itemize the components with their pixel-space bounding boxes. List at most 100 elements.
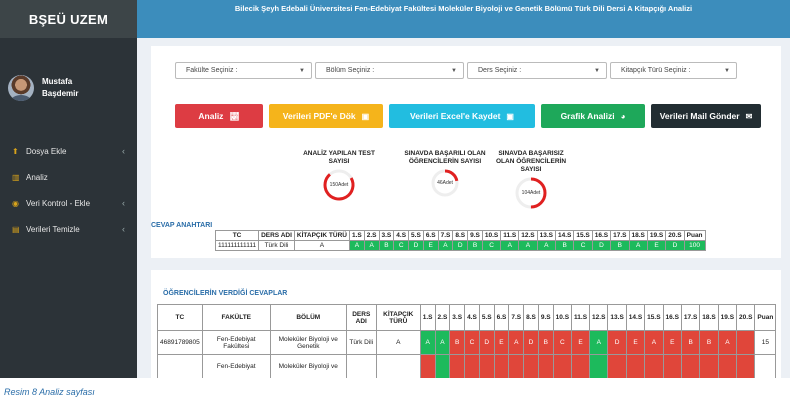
department-select[interactable]: Bölüm Seçiniz : ▼ <box>315 62 464 79</box>
user-profile: Mustafa Başdemir <box>0 38 137 118</box>
table-row: Fen-Edebiyat Moleküler Biyoloji ve <box>157 354 777 378</box>
answer-cell: B <box>537 330 554 355</box>
column-header: 3.S <box>378 230 395 241</box>
table-row: 111111111111 Türk Dili A A A B C D E A D B C A A A B C D B A… <box>214 240 706 251</box>
answer-cell <box>449 354 466 378</box>
brand-logo[interactable]: BŞEÜ UZEM <box>0 0 137 38</box>
chart-analysis-button[interactable]: Grafik Analizi ◕ <box>541 104 645 128</box>
figure-caption: Resim 8 Analiz sayfası <box>4 387 95 397</box>
student-answers-title: ÖĞRENCİLERİN VERDİĞİ CEVAPLAR <box>163 290 288 297</box>
answer-cell: C <box>552 330 573 355</box>
answer-key-table: TC DERS ADI KİTAPÇIK TÜRÜ 1.S 2.S 3.S 4.S 5.S 6.… <box>214 230 706 251</box>
course-select[interactable]: Ders Seçiniz : ▼ <box>467 62 607 79</box>
faculty-select[interactable]: Fakülte Seçiniz : ▼ <box>175 62 312 79</box>
column-header: 17.S <box>610 230 630 241</box>
trash-icon: ▤ <box>12 224 20 234</box>
column-header: 9.S <box>537 304 554 331</box>
answer-cell: D <box>523 330 539 355</box>
score-cell: 15 <box>754 330 777 355</box>
top-bar: Bilecik Şeyh Edebali Üniversitesi Fen-Ed… <box>137 0 790 38</box>
main-content: Fakülte Seçiniz : ▼ Bölüm Seçiniz : ▼ Ders… <box>137 38 790 378</box>
chevron-down-icon: ▼ <box>299 67 305 74</box>
answer-cell <box>571 354 591 378</box>
eye-icon: ◉ <box>12 198 19 208</box>
answer-cell: D <box>452 240 469 251</box>
stat-tests: ANALİZ YAPILAN TEST SAYISI 150Adet <box>299 150 379 202</box>
column-header: 10.S <box>481 230 502 241</box>
answer-cell: D <box>478 330 495 355</box>
answer-cell <box>644 354 664 378</box>
column-header: Puan <box>683 230 706 241</box>
course-cell: Türk Dili <box>345 330 377 355</box>
sidebar-item-veri-kontrol[interactable]: ◉ Veri Kontrol - Ekle ‹ <box>0 190 137 216</box>
stat-label: ANALİZ YAPILAN TEST SAYISI <box>303 150 375 165</box>
sidebar-item-verileri-temizle[interactable]: ▤ Verileri Temizle ‹ <box>0 216 137 242</box>
score-cell: 100 <box>683 240 706 251</box>
answer-cell: E <box>625 330 646 355</box>
chevron-left-icon: ‹ <box>122 198 125 208</box>
analysis-panel: Fakülte Seçiniz : ▼ Bölüm Seçiniz : ▼ Ders… <box>151 46 781 258</box>
column-header: TC <box>157 304 203 331</box>
column-header: 3.S <box>449 304 466 331</box>
mail-icon: ✉ <box>745 111 753 121</box>
column-header: 15.S <box>573 230 593 241</box>
pdf-icon: ▣ <box>361 111 370 121</box>
answer-cell: A <box>589 330 609 355</box>
column-header: 5.S <box>408 230 424 241</box>
answer-cell <box>537 354 554 378</box>
answer-cell: A <box>363 240 380 251</box>
answer-cell: E <box>646 240 667 251</box>
mail-send-button[interactable]: Verileri Mail Gönder ✉ <box>651 104 761 128</box>
student-answers-table: TC FAKÜLTE BÖLÜM DERS ADI KİTAPÇIK TÜRÜ 1.S 2.… <box>157 304 777 378</box>
answer-cell <box>680 354 701 378</box>
sidebar-item-label: Dosya Ekle <box>26 146 67 156</box>
page-title: Bilecik Şeyh Edebali Üniversitesi Fen-Ed… <box>234 4 693 13</box>
answer-cell <box>478 354 495 378</box>
excel-export-button[interactable]: Verileri Excel'e Kaydet ▣ <box>389 104 535 128</box>
column-header: 10.S <box>552 304 573 331</box>
stat-value: 104Adet <box>521 190 541 196</box>
column-header: 19.S <box>717 304 738 331</box>
avatar <box>8 75 34 101</box>
column-header: 17.S <box>680 304 701 331</box>
answer-cell <box>607 354 627 378</box>
answer-cell: D <box>591 240 612 251</box>
answer-cell: A <box>508 330 525 355</box>
chevron-down-icon: ▼ <box>451 67 457 74</box>
answer-key-title: CEVAP ANAHTARI <box>151 222 213 229</box>
pdf-export-button[interactable]: Verileri PDF'e Dök ▣ <box>269 104 383 128</box>
answer-cell: B <box>699 330 719 355</box>
column-header: 4.S <box>464 304 480 331</box>
answer-cell: A <box>419 330 436 355</box>
user-first-name: Mustafa <box>42 77 73 86</box>
column-header: 11.S <box>571 304 591 331</box>
column-header: 11.S <box>500 230 520 241</box>
sidebar-item-label: Analiz <box>26 172 48 182</box>
sidebar-item-analiz[interactable]: ▥ Analiz <box>0 164 137 190</box>
column-header: TC <box>214 230 260 241</box>
column-header: 13.S <box>536 230 557 241</box>
answer-cell: D <box>408 240 424 251</box>
column-header: 2.S <box>434 304 451 331</box>
column-header: 8.S <box>452 230 469 241</box>
column-header: 20.S <box>736 304 756 331</box>
analiz-button[interactable]: Analiz 📈︎ <box>175 104 263 128</box>
column-header: 16.S <box>662 304 682 331</box>
column-header: 14.S <box>555 230 575 241</box>
answer-cell: E <box>571 330 591 355</box>
sidebar-item-dosya-ekle[interactable]: ⬆ Dosya Ekle ‹ <box>0 138 137 164</box>
column-header: FAKÜLTE <box>201 304 271 331</box>
booklet-cell <box>375 354 421 378</box>
excel-icon: ▣ <box>506 111 514 121</box>
faculty-cell: Fen-Edebiyat <box>201 354 271 378</box>
booklet-type-select[interactable]: Kitapçık Türü Seçiniz : ▼ <box>610 62 737 79</box>
answer-cell <box>625 354 646 378</box>
answer-cell: A <box>434 330 451 355</box>
answer-cell <box>589 354 609 378</box>
answer-cell: A <box>628 240 648 251</box>
stat-gauge: 150Adet <box>322 168 356 202</box>
column-header: 4.S <box>393 230 410 241</box>
pie-chart-icon: ◕ <box>620 111 626 121</box>
answer-cell: C <box>393 240 410 251</box>
column-header: 9.S <box>467 230 483 241</box>
